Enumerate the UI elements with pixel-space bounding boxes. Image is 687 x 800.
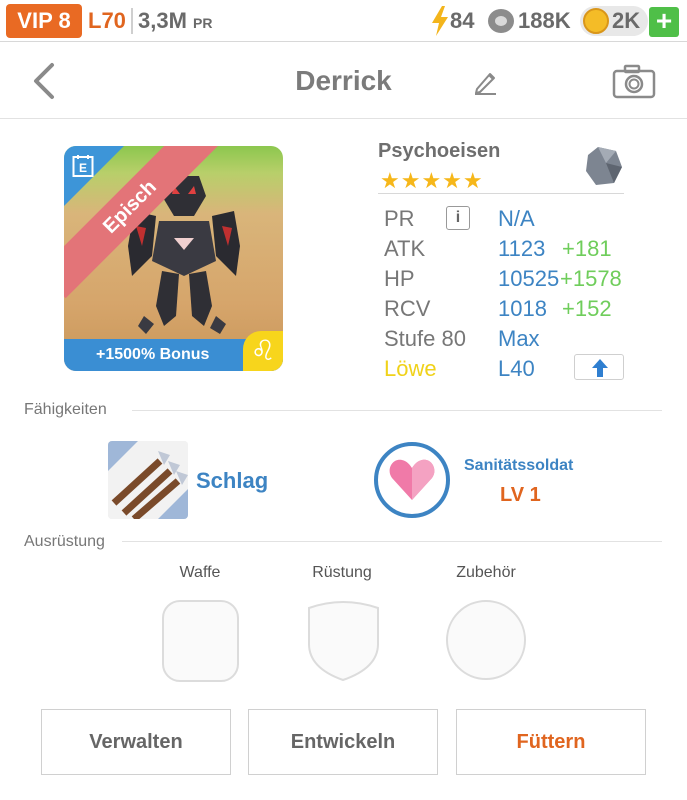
stats-divider (378, 193, 624, 194)
stat-bonus-hp: +1578 (560, 266, 622, 291)
stat-label-atk: ATK (384, 236, 426, 261)
player-power: 3,3M PR (138, 8, 213, 34)
power-value: 3,3M (138, 8, 187, 33)
manage-button[interactable]: Verwalten (41, 709, 231, 775)
skill-icon[interactable] (108, 441, 188, 519)
stat-bonus-rcv: +152 (562, 296, 612, 321)
monster-card[interactable]: E Episch +1500% Bonus ♌ (64, 146, 283, 371)
food-count: 188K (518, 8, 571, 33)
energy-count: 84 (450, 8, 475, 33)
lightning-icon (432, 6, 448, 36)
claw-strike-icon (108, 441, 188, 519)
equipment-heading: Ausrüstung (24, 533, 105, 550)
stat-label-pr: PR (384, 206, 415, 231)
accessory-label: Zubehör (456, 564, 516, 581)
armor-label: Rüstung (312, 564, 372, 581)
add-gold-button[interactable]: + (649, 7, 679, 37)
svg-text:E: E (79, 161, 87, 175)
active-skill-name[interactable]: Schlag (196, 468, 268, 494)
skills-divider (132, 410, 662, 411)
stat-value-level: Max (498, 326, 540, 351)
weapon-label: Waffe (179, 564, 221, 581)
passive-skill-icon[interactable] (374, 442, 450, 518)
leo-sign-icon: ♌ (243, 331, 283, 371)
info-button[interactable]: i (446, 206, 470, 230)
edit-pencil-icon[interactable] (472, 67, 498, 95)
stat-label-hp: HP (384, 266, 415, 291)
camera-icon[interactable] (612, 63, 656, 99)
divider (131, 8, 133, 34)
card-type-icon: E (72, 155, 94, 177)
stat-label-sign: Löwe (384, 356, 437, 381)
gold-count: 2K (612, 8, 641, 33)
vip-badge[interactable]: VIP 8 (6, 4, 82, 38)
skills-heading: Fähigkeiten (24, 401, 107, 418)
evolve-button[interactable]: Entwickeln (248, 709, 438, 775)
passive-skill-level: LV 1 (500, 484, 541, 506)
food-icon (488, 9, 514, 33)
element-rock-icon (586, 147, 622, 185)
power-unit: PR (193, 15, 213, 31)
player-level: L70 (88, 8, 126, 33)
accessory-slot[interactable] (446, 600, 526, 680)
monster-name: Psychoeisen (378, 140, 501, 162)
arrow-up-icon (592, 359, 608, 377)
star-rating: ★★★★★ (380, 168, 484, 193)
equipment-divider (122, 541, 662, 542)
upgrade-button[interactable] (574, 354, 624, 380)
heart-icon (389, 459, 435, 500)
passive-skill-name: Sanitätssoldat (464, 457, 574, 474)
feed-button[interactable]: Füttern (456, 709, 646, 775)
weapon-slot[interactable] (162, 600, 239, 682)
stat-bonus-atk: +181 (562, 236, 612, 261)
stat-label-level: Stufe 80 (384, 326, 466, 351)
coin-icon (583, 8, 609, 34)
stat-value-hp: 10525 (498, 266, 560, 291)
armor-slot[interactable] (305, 598, 382, 682)
page-title: Derrick (295, 65, 392, 96)
stat-value-rcv: 1018 (498, 296, 547, 321)
header: Derrick (0, 43, 687, 119)
stat-value-pr: N/A (498, 206, 535, 231)
stat-label-rcv: RCV (384, 296, 431, 321)
stat-value-atk: 1123 (498, 236, 546, 261)
stat-value-sign: L40 (498, 356, 535, 381)
status-bar: VIP 8 L70 3,3M PR 84 188K 2K + (0, 0, 687, 42)
